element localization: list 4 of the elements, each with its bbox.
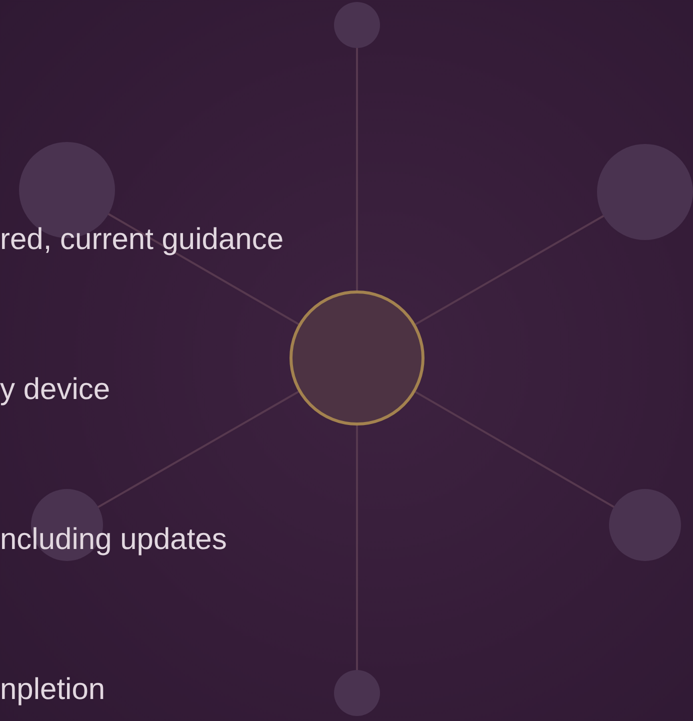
feature-text: npletion bbox=[0, 672, 106, 708]
feature-text: y device bbox=[0, 372, 112, 408]
feature-text: ncluding updates bbox=[0, 522, 228, 558]
feature-text: red, current guidance bbox=[0, 222, 285, 258]
